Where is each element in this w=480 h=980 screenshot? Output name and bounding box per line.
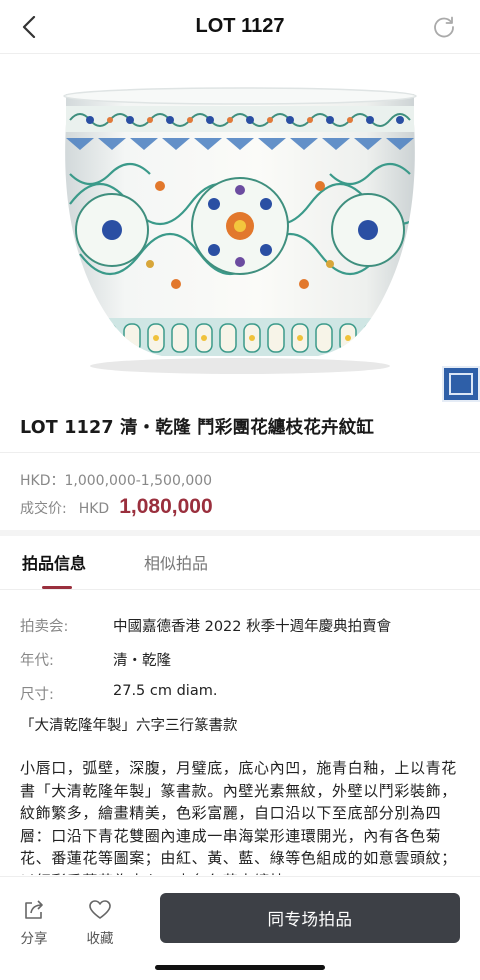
active-tab-indicator xyxy=(42,586,72,589)
share-label: 分享 xyxy=(20,931,48,947)
same-session-lots-button[interactable]: 同专场拍品 xyxy=(160,893,460,943)
lot-description: 小唇口，弧壁，深腹，月璧底，底心內凹，施青白釉，上以青花書「大清乾隆年製」篆書款… xyxy=(20,759,457,875)
top-bar: LOT 1127 xyxy=(0,0,480,54)
heart-icon xyxy=(87,897,113,923)
detail-value: 清・乾隆 xyxy=(113,653,171,669)
reign-mark-text: 「大清乾隆年製」六字三行篆書款 xyxy=(20,718,238,734)
detail-label: 尺寸: xyxy=(20,687,54,703)
refresh-icon[interactable] xyxy=(430,13,458,41)
page-title: LOT 1127 xyxy=(195,15,285,37)
bottom-bar: 分享 收藏 同专场拍品 xyxy=(0,876,480,980)
share-icon xyxy=(21,897,47,923)
tab-similar-lots[interactable]: 相似拍品 xyxy=(144,550,208,574)
favorite-label: 收藏 xyxy=(86,931,114,947)
seal-mark-thumbnail[interactable] xyxy=(442,366,480,402)
divider xyxy=(0,452,480,453)
sold-price-row: 成交价: HKD 1,080,000 xyxy=(20,495,213,519)
favorite-button[interactable]: 收藏 xyxy=(80,897,120,947)
estimate-text: HKD：1,000,000-1,500,000 xyxy=(20,473,213,489)
tab-lot-info[interactable]: 拍品信息 xyxy=(22,550,86,574)
tab-bar: 拍品信息 相似拍品 xyxy=(0,536,480,590)
detail-value: 27.5 cm diam. xyxy=(113,683,218,699)
sold-currency: HKD xyxy=(78,501,110,517)
share-button[interactable]: 分享 xyxy=(14,897,54,947)
sold-label: 成交价: xyxy=(20,501,67,517)
home-indicator xyxy=(155,965,325,970)
lot-image[interactable] xyxy=(0,54,480,402)
chevron-left-icon[interactable] xyxy=(14,12,44,42)
sold-amount: 1,080,000 xyxy=(119,495,213,518)
detail-label: 拍卖会: xyxy=(20,619,69,635)
lot-title: LOT 1127 清・乾隆 鬥彩團花纏枝花卉紋缸 xyxy=(20,418,375,438)
detail-label: 年代: xyxy=(20,653,54,669)
detail-value: 中國嘉德香港 2022 秋季十週年慶典拍賣會 xyxy=(113,619,392,635)
